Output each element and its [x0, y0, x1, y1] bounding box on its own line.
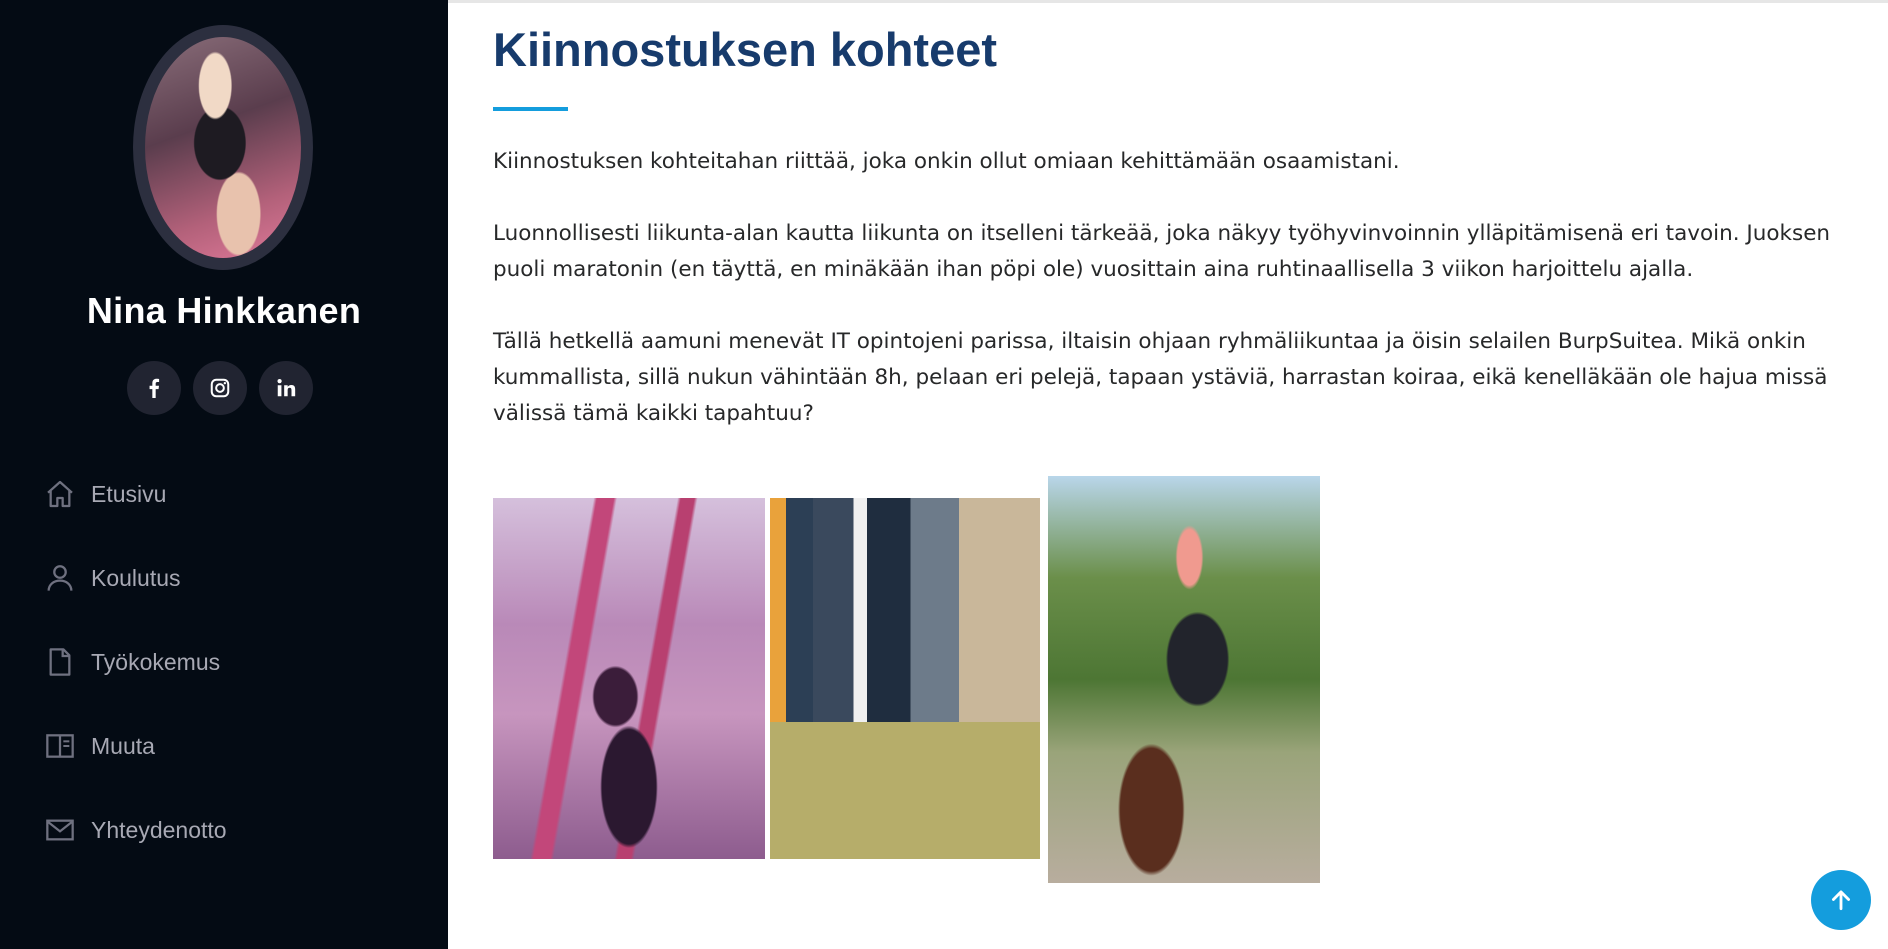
profile-name: Nina Hinkkanen — [86, 290, 362, 331]
photo-exhibition-stand — [770, 498, 1040, 859]
nav-item-yhteydenotto[interactable]: Yhteydenotto — [44, 808, 227, 852]
nav-item-label: Koulutus — [91, 564, 181, 591]
top-divider — [448, 0, 1888, 3]
photo-aerial-yoga — [493, 498, 765, 859]
nav-item-label: Etusivu — [91, 480, 167, 507]
linkedin-link[interactable] — [259, 361, 313, 415]
nav-item-label: Muuta — [91, 732, 155, 759]
nav-item-etusivu[interactable]: Etusivu — [44, 472, 166, 516]
paragraph-sports: Luonnollisesti liikunta-alan kautta liik… — [493, 221, 1831, 282]
nav-item-label: Työkokemus — [91, 648, 221, 675]
file-icon — [49, 648, 71, 676]
linkedin-icon — [277, 379, 296, 397]
avatar — [133, 25, 313, 270]
title-underline — [493, 107, 568, 111]
arrow-up-icon — [1832, 890, 1850, 911]
scroll-to-top-button[interactable] — [1811, 870, 1871, 930]
paragraph-daily-life: Tällä hetkellä aamuni menevät IT opintoj… — [493, 329, 1828, 426]
photo-dog-training — [1048, 476, 1320, 883]
facebook-icon — [149, 378, 160, 398]
nav-item-koulutus[interactable]: Koulutus — [44, 556, 181, 600]
nav-item-tyokokemus[interactable]: Työkokemus — [44, 640, 220, 684]
page-title: Kiinnostuksen kohteet — [493, 23, 998, 76]
sidebar: Nina Hinkkanen Etusivu Koulutus Työkokem… — [0, 0, 448, 949]
paragraph-intro: Kiinnostuksen kohteitahan riittää, joka … — [493, 149, 1400, 174]
book-icon — [46, 734, 74, 758]
nav-item-muuta[interactable]: Muuta — [44, 724, 155, 768]
home-icon — [47, 480, 73, 508]
instagram-link[interactable] — [193, 361, 247, 415]
facebook-link[interactable] — [127, 361, 181, 415]
person-icon — [47, 565, 73, 591]
instagram-icon — [210, 378, 230, 398]
envelope-icon — [46, 819, 74, 841]
profile-photo — [145, 37, 301, 258]
nav-item-label: Yhteydenotto — [91, 816, 227, 843]
